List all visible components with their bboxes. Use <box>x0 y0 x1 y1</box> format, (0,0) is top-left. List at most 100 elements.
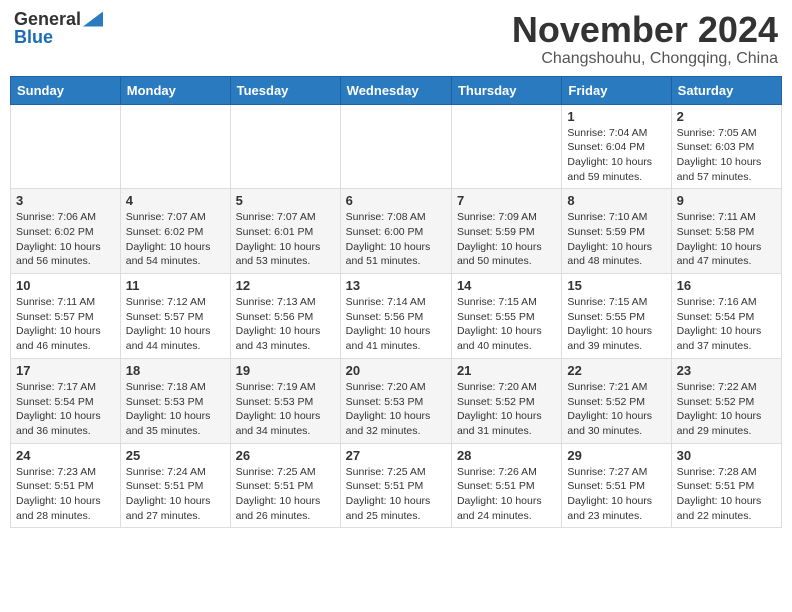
day-info: Sunrise: 7:11 AM Sunset: 5:57 PM Dayligh… <box>16 295 115 354</box>
day-info: Sunrise: 7:15 AM Sunset: 5:55 PM Dayligh… <box>457 295 556 354</box>
day-number: 26 <box>236 448 335 463</box>
weekday-header-sunday: Sunday <box>11 76 121 104</box>
day-number: 13 <box>346 278 446 293</box>
calendar-cell: 30 Sunrise: 7:28 AM Sunset: 5:51 PM Dayli… <box>671 443 781 528</box>
day-number: 19 <box>236 363 335 378</box>
day-number: 14 <box>457 278 556 293</box>
calendar-week-3: 10 Sunrise: 7:11 AM Sunset: 5:57 PM Dayli… <box>11 274 782 359</box>
day-info: Sunrise: 7:25 AM Sunset: 5:51 PM Dayligh… <box>346 465 446 524</box>
day-info: Sunrise: 7:26 AM Sunset: 5:51 PM Dayligh… <box>457 465 556 524</box>
calendar-cell: 23 Sunrise: 7:22 AM Sunset: 5:52 PM Dayli… <box>671 358 781 443</box>
calendar-cell <box>120 104 230 189</box>
day-number: 28 <box>457 448 556 463</box>
calendar-cell: 12Sunrise: 7:13 AM Sunset: 5:56 PM Dayli… <box>230 274 340 359</box>
calendar-week-2: 3 Sunrise: 7:06 AM Sunset: 6:02 PM Daylig… <box>11 189 782 274</box>
day-info: Sunrise: 7:04 AM Sunset: 6:04 PM Dayligh… <box>567 126 665 185</box>
day-number: 11 <box>126 278 225 293</box>
day-number: 3 <box>16 193 115 208</box>
day-number: 21 <box>457 363 556 378</box>
day-number: 8 <box>567 193 665 208</box>
calendar-cell: 1 Sunrise: 7:04 AM Sunset: 6:04 PM Daylig… <box>562 104 671 189</box>
day-number: 29 <box>567 448 665 463</box>
calendar-table: SundayMondayTuesdayWednesdayThursdayFrid… <box>10 76 782 529</box>
day-info: Sunrise: 7:27 AM Sunset: 5:51 PM Dayligh… <box>567 465 665 524</box>
day-number: 25 <box>126 448 225 463</box>
calendar-cell <box>230 104 340 189</box>
calendar-cell <box>451 104 561 189</box>
day-info: Sunrise: 7:19 AM Sunset: 5:53 PM Dayligh… <box>236 380 335 439</box>
calendar-cell: 6Sunrise: 7:08 AM Sunset: 6:00 PM Daylig… <box>340 189 451 274</box>
day-info: Sunrise: 7:22 AM Sunset: 5:52 PM Dayligh… <box>677 380 776 439</box>
day-number: 10 <box>16 278 115 293</box>
calendar-cell: 20 Sunrise: 7:20 AM Sunset: 5:53 PM Dayli… <box>340 358 451 443</box>
calendar-cell: 26 Sunrise: 7:25 AM Sunset: 5:51 PM Dayli… <box>230 443 340 528</box>
day-info: Sunrise: 7:07 AM Sunset: 6:01 PM Dayligh… <box>236 210 335 269</box>
calendar-cell: 2 Sunrise: 7:05 AM Sunset: 6:03 PM Daylig… <box>671 104 781 189</box>
day-number: 30 <box>677 448 776 463</box>
weekday-header-thursday: Thursday <box>451 76 561 104</box>
day-number: 4 <box>126 193 225 208</box>
day-number: 16 <box>677 278 776 293</box>
calendar-cell: 17Sunrise: 7:17 AM Sunset: 5:54 PM Dayli… <box>11 358 121 443</box>
weekday-header-tuesday: Tuesday <box>230 76 340 104</box>
calendar-cell: 28 Sunrise: 7:26 AM Sunset: 5:51 PM Dayli… <box>451 443 561 528</box>
day-info: Sunrise: 7:20 AM Sunset: 5:53 PM Dayligh… <box>346 380 446 439</box>
calendar-cell: 7Sunrise: 7:09 AM Sunset: 5:59 PM Daylig… <box>451 189 561 274</box>
logo: General Blue <box>14 10 103 46</box>
day-info: Sunrise: 7:10 AM Sunset: 5:59 PM Dayligh… <box>567 210 665 269</box>
calendar-cell: 14 Sunrise: 7:15 AM Sunset: 5:55 PM Dayli… <box>451 274 561 359</box>
day-info: Sunrise: 7:24 AM Sunset: 5:51 PM Dayligh… <box>126 465 225 524</box>
day-number: 9 <box>677 193 776 208</box>
weekday-header-monday: Monday <box>120 76 230 104</box>
calendar-cell: 16 Sunrise: 7:16 AM Sunset: 5:54 PM Dayli… <box>671 274 781 359</box>
day-info: Sunrise: 7:07 AM Sunset: 6:02 PM Dayligh… <box>126 210 225 269</box>
calendar-cell: 21 Sunrise: 7:20 AM Sunset: 5:52 PM Dayli… <box>451 358 561 443</box>
day-number: 27 <box>346 448 446 463</box>
day-info: Sunrise: 7:06 AM Sunset: 6:02 PM Dayligh… <box>16 210 115 269</box>
calendar-cell: 22 Sunrise: 7:21 AM Sunset: 5:52 PM Dayli… <box>562 358 671 443</box>
weekday-header-wednesday: Wednesday <box>340 76 451 104</box>
day-info: Sunrise: 7:20 AM Sunset: 5:52 PM Dayligh… <box>457 380 556 439</box>
day-info: Sunrise: 7:08 AM Sunset: 6:00 PM Dayligh… <box>346 210 446 269</box>
day-number: 22 <box>567 363 665 378</box>
calendar-cell: 8 Sunrise: 7:10 AM Sunset: 5:59 PM Daylig… <box>562 189 671 274</box>
day-info: Sunrise: 7:18 AM Sunset: 5:53 PM Dayligh… <box>126 380 225 439</box>
calendar-cell: 25 Sunrise: 7:24 AM Sunset: 5:51 PM Dayli… <box>120 443 230 528</box>
calendar-week-4: 17Sunrise: 7:17 AM Sunset: 5:54 PM Dayli… <box>11 358 782 443</box>
calendar-cell: 27 Sunrise: 7:25 AM Sunset: 5:51 PM Dayli… <box>340 443 451 528</box>
day-info: Sunrise: 7:05 AM Sunset: 6:03 PM Dayligh… <box>677 126 776 185</box>
calendar-cell: 15Sunrise: 7:15 AM Sunset: 5:55 PM Dayli… <box>562 274 671 359</box>
title-section: November 2024 Changshouhu, Chongqing, Ch… <box>512 10 778 68</box>
calendar-cell: 4 Sunrise: 7:07 AM Sunset: 6:02 PM Daylig… <box>120 189 230 274</box>
day-number: 24 <box>16 448 115 463</box>
calendar-cell: 29 Sunrise: 7:27 AM Sunset: 5:51 PM Dayli… <box>562 443 671 528</box>
calendar-cell <box>340 104 451 189</box>
logo-blue: Blue <box>14 28 53 46</box>
day-info: Sunrise: 7:21 AM Sunset: 5:52 PM Dayligh… <box>567 380 665 439</box>
calendar-cell: 9Sunrise: 7:11 AM Sunset: 5:58 PM Daylig… <box>671 189 781 274</box>
calendar-cell: 13Sunrise: 7:14 AM Sunset: 5:56 PM Dayli… <box>340 274 451 359</box>
calendar-cell: 10 Sunrise: 7:11 AM Sunset: 5:57 PM Dayli… <box>11 274 121 359</box>
day-info: Sunrise: 7:16 AM Sunset: 5:54 PM Dayligh… <box>677 295 776 354</box>
day-number: 2 <box>677 109 776 124</box>
day-number: 20 <box>346 363 446 378</box>
weekday-header-row: SundayMondayTuesdayWednesdayThursdayFrid… <box>11 76 782 104</box>
day-number: 1 <box>567 109 665 124</box>
calendar-cell: 19 Sunrise: 7:19 AM Sunset: 5:53 PM Dayli… <box>230 358 340 443</box>
calendar-cell: 3 Sunrise: 7:06 AM Sunset: 6:02 PM Daylig… <box>11 189 121 274</box>
logo-general: General <box>14 10 81 28</box>
day-info: Sunrise: 7:25 AM Sunset: 5:51 PM Dayligh… <box>236 465 335 524</box>
day-info: Sunrise: 7:15 AM Sunset: 5:55 PM Dayligh… <box>567 295 665 354</box>
calendar-cell <box>11 104 121 189</box>
day-number: 23 <box>677 363 776 378</box>
calendar-cell: 5Sunrise: 7:07 AM Sunset: 6:01 PM Daylig… <box>230 189 340 274</box>
month-title: November 2024 <box>512 10 778 50</box>
day-number: 7 <box>457 193 556 208</box>
day-number: 17 <box>16 363 115 378</box>
location-subtitle: Changshouhu, Chongqing, China <box>512 50 778 68</box>
calendar-cell: 11 Sunrise: 7:12 AM Sunset: 5:57 PM Dayli… <box>120 274 230 359</box>
calendar-cell: 24 Sunrise: 7:23 AM Sunset: 5:51 PM Dayli… <box>11 443 121 528</box>
day-info: Sunrise: 7:28 AM Sunset: 5:51 PM Dayligh… <box>677 465 776 524</box>
day-info: Sunrise: 7:12 AM Sunset: 5:57 PM Dayligh… <box>126 295 225 354</box>
day-info: Sunrise: 7:23 AM Sunset: 5:51 PM Dayligh… <box>16 465 115 524</box>
